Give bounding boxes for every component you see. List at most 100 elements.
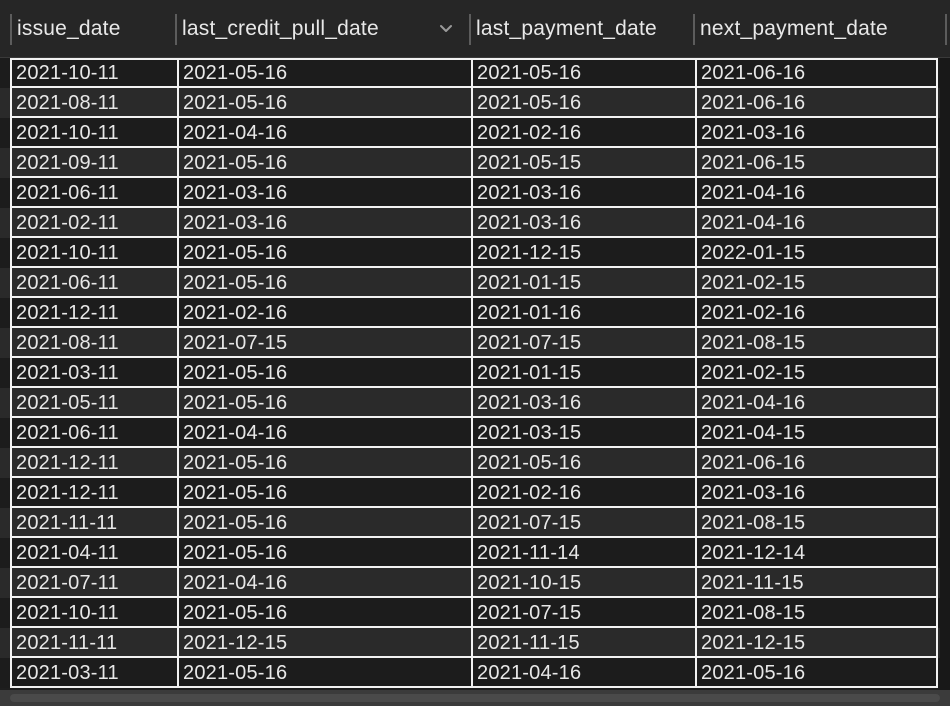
cell-issue-date[interactable]: 2021-08-11 [10, 88, 177, 118]
table-row[interactable]: 2021-06-11 2021-05-16 2021-01-15 2021-02-15 [0, 268, 950, 298]
cell-last-payment-date[interactable]: 2021-05-16 [471, 448, 695, 478]
cell-issue-date[interactable]: 2021-10-11 [10, 118, 177, 148]
cell-last-payment-date[interactable]: 2021-07-15 [471, 328, 695, 358]
cell-last-payment-date[interactable]: 2021-11-15 [471, 628, 695, 658]
table-row[interactable]: 2021-10-11 2021-05-16 2021-07-15 2021-08-15 [0, 598, 950, 628]
cell-last-payment-date[interactable]: 2021-05-16 [471, 88, 695, 118]
cell-last-credit-pull-date[interactable]: 2021-05-16 [177, 598, 471, 628]
cell-last-payment-date[interactable]: 2021-10-15 [471, 568, 695, 598]
cell-next-payment-date[interactable]: 2021-06-16 [695, 448, 938, 478]
table-row[interactable]: 2021-03-11 2021-05-16 2021-01-15 2021-02-15 [0, 358, 950, 388]
cell-last-credit-pull-date[interactable]: 2021-05-16 [177, 538, 471, 568]
cell-issue-date[interactable]: 2021-04-11 [10, 538, 177, 568]
cell-next-payment-date[interactable]: 2021-04-15 [695, 418, 938, 448]
cell-last-credit-pull-date[interactable]: 2021-02-16 [177, 298, 471, 328]
cell-next-payment-date[interactable]: 2021-06-16 [695, 88, 938, 118]
table-row[interactable]: 2021-12-11 2021-05-16 2021-02-16 2021-03-16 [0, 478, 950, 508]
cell-last-payment-date[interactable]: 2021-05-16 [471, 58, 695, 88]
cell-last-payment-date[interactable]: 2021-03-15 [471, 418, 695, 448]
cell-last-payment-date[interactable]: 2021-02-16 [471, 118, 695, 148]
cell-last-credit-pull-date[interactable]: 2021-04-16 [177, 118, 471, 148]
table-row[interactable]: 2021-08-11 2021-07-15 2021-07-15 2021-08-15 [0, 328, 950, 358]
table-row[interactable]: 2021-06-11 2021-03-16 2021-03-16 2021-04-16 [0, 178, 950, 208]
table-row[interactable]: 2021-11-11 2021-05-16 2021-07-15 2021-08-15 [0, 508, 950, 538]
cell-next-payment-date[interactable]: 2021-02-15 [695, 358, 938, 388]
cell-last-payment-date[interactable]: 2021-02-16 [471, 478, 695, 508]
cell-next-payment-date[interactable]: 2021-04-16 [695, 208, 938, 238]
cell-issue-date[interactable]: 2021-12-11 [10, 478, 177, 508]
cell-last-credit-pull-date[interactable]: 2021-05-16 [177, 148, 471, 178]
cell-next-payment-date[interactable]: 2022-01-15 [695, 238, 938, 268]
table-row[interactable]: 2021-08-11 2021-05-16 2021-05-16 2021-06-16 [0, 88, 950, 118]
cell-issue-date[interactable]: 2021-03-11 [10, 658, 177, 688]
horizontal-scrollbar-thumb[interactable] [10, 694, 940, 702]
cell-issue-date[interactable]: 2021-08-11 [10, 328, 177, 358]
table-row[interactable]: 2021-05-11 2021-05-16 2021-03-16 2021-04-16 [0, 388, 950, 418]
cell-issue-date[interactable]: 2021-11-11 [10, 628, 177, 658]
cell-last-payment-date[interactable]: 2021-11-14 [471, 538, 695, 568]
cell-next-payment-date[interactable]: 2021-03-16 [695, 478, 938, 508]
cell-next-payment-date[interactable]: 2021-04-16 [695, 178, 938, 208]
cell-last-credit-pull-date[interactable]: 2021-03-16 [177, 208, 471, 238]
column-header-last-credit-pull-date[interactable]: last_credit_pull_date [177, 0, 469, 58]
cell-last-credit-pull-date[interactable]: 2021-05-16 [177, 388, 471, 418]
column-header-issue-date[interactable]: issue_date [12, 0, 177, 58]
cell-last-payment-date[interactable]: 2021-03-16 [471, 208, 695, 238]
cell-issue-date[interactable]: 2021-12-11 [10, 298, 177, 328]
cell-next-payment-date[interactable]: 2021-12-14 [695, 538, 938, 568]
cell-next-payment-date[interactable]: 2021-06-16 [695, 58, 938, 88]
table-row[interactable]: 2021-09-11 2021-05-16 2021-05-15 2021-06-15 [0, 148, 950, 178]
chevron-down-icon[interactable] [440, 24, 452, 34]
cell-last-payment-date[interactable]: 2021-07-15 [471, 598, 695, 628]
cell-last-credit-pull-date[interactable]: 2021-05-16 [177, 58, 471, 88]
cell-last-payment-date[interactable]: 2021-03-16 [471, 178, 695, 208]
cell-issue-date[interactable]: 2021-06-11 [10, 268, 177, 298]
cell-last-credit-pull-date[interactable]: 2021-12-15 [177, 628, 471, 658]
cell-next-payment-date[interactable]: 2021-12-15 [695, 628, 938, 658]
table-row[interactable]: 2021-02-11 2021-03-16 2021-03-16 2021-04-16 [0, 208, 950, 238]
column-header-next-payment-date[interactable]: next_payment_date [695, 0, 938, 58]
table-row[interactable]: 2021-12-11 2021-02-16 2021-01-16 2021-02-16 [0, 298, 950, 328]
cell-issue-date[interactable]: 2021-11-11 [10, 508, 177, 538]
cell-issue-date[interactable]: 2021-09-11 [10, 148, 177, 178]
cell-next-payment-date[interactable]: 2021-08-15 [695, 508, 938, 538]
cell-last-payment-date[interactable]: 2021-01-15 [471, 358, 695, 388]
cell-next-payment-date[interactable]: 2021-03-16 [695, 118, 938, 148]
table-row[interactable]: 2021-07-11 2021-04-16 2021-10-15 2021-11-15 [0, 568, 950, 598]
cell-last-credit-pull-date[interactable]: 2021-05-16 [177, 358, 471, 388]
cell-issue-date[interactable]: 2021-06-11 [10, 178, 177, 208]
cell-last-payment-date[interactable]: 2021-12-15 [471, 238, 695, 268]
cell-issue-date[interactable]: 2021-03-11 [10, 358, 177, 388]
cell-last-payment-date[interactable]: 2021-07-15 [471, 508, 695, 538]
cell-last-credit-pull-date[interactable]: 2021-05-16 [177, 238, 471, 268]
cell-next-payment-date[interactable]: 2021-11-15 [695, 568, 938, 598]
cell-last-credit-pull-date[interactable]: 2021-05-16 [177, 268, 471, 298]
cell-next-payment-date[interactable]: 2021-02-16 [695, 298, 938, 328]
cell-last-credit-pull-date[interactable]: 2021-04-16 [177, 418, 471, 448]
table-row[interactable]: 2021-10-11 2021-05-16 2021-05-16 2021-06-16 [0, 58, 950, 88]
cell-last-credit-pull-date[interactable]: 2021-05-16 [177, 88, 471, 118]
table-row[interactable]: 2021-03-11 2021-05-16 2021-04-16 2021-05-16 [0, 658, 950, 688]
cell-last-payment-date[interactable]: 2021-05-15 [471, 148, 695, 178]
cell-last-credit-pull-date[interactable]: 2021-05-16 [177, 658, 471, 688]
cell-last-credit-pull-date[interactable]: 2021-05-16 [177, 478, 471, 508]
cell-last-credit-pull-date[interactable]: 2021-05-16 [177, 508, 471, 538]
cell-issue-date[interactable]: 2021-02-11 [10, 208, 177, 238]
cell-last-credit-pull-date[interactable]: 2021-07-15 [177, 328, 471, 358]
cell-last-payment-date[interactable]: 2021-03-16 [471, 388, 695, 418]
column-separator[interactable] [945, 14, 947, 45]
cell-last-credit-pull-date[interactable]: 2021-05-16 [177, 448, 471, 478]
table-row[interactable]: 2021-12-11 2021-05-16 2021-05-16 2021-06-16 [0, 448, 950, 478]
cell-next-payment-date[interactable]: 2021-02-15 [695, 268, 938, 298]
cell-last-credit-pull-date[interactable]: 2021-04-16 [177, 568, 471, 598]
table-row[interactable]: 2021-10-11 2021-04-16 2021-02-16 2021-03-16 [0, 118, 950, 148]
cell-issue-date[interactable]: 2021-10-11 [10, 598, 177, 628]
cell-next-payment-date[interactable]: 2021-04-16 [695, 388, 938, 418]
cell-last-credit-pull-date[interactable]: 2021-03-16 [177, 178, 471, 208]
cell-issue-date[interactable]: 2021-10-11 [10, 58, 177, 88]
cell-last-payment-date[interactable]: 2021-01-16 [471, 298, 695, 328]
cell-issue-date[interactable]: 2021-05-11 [10, 388, 177, 418]
table-row[interactable]: 2021-10-11 2021-05-16 2021-12-15 2022-01-15 [0, 238, 950, 268]
cell-last-payment-date[interactable]: 2021-01-15 [471, 268, 695, 298]
cell-next-payment-date[interactable]: 2021-08-15 [695, 598, 938, 628]
